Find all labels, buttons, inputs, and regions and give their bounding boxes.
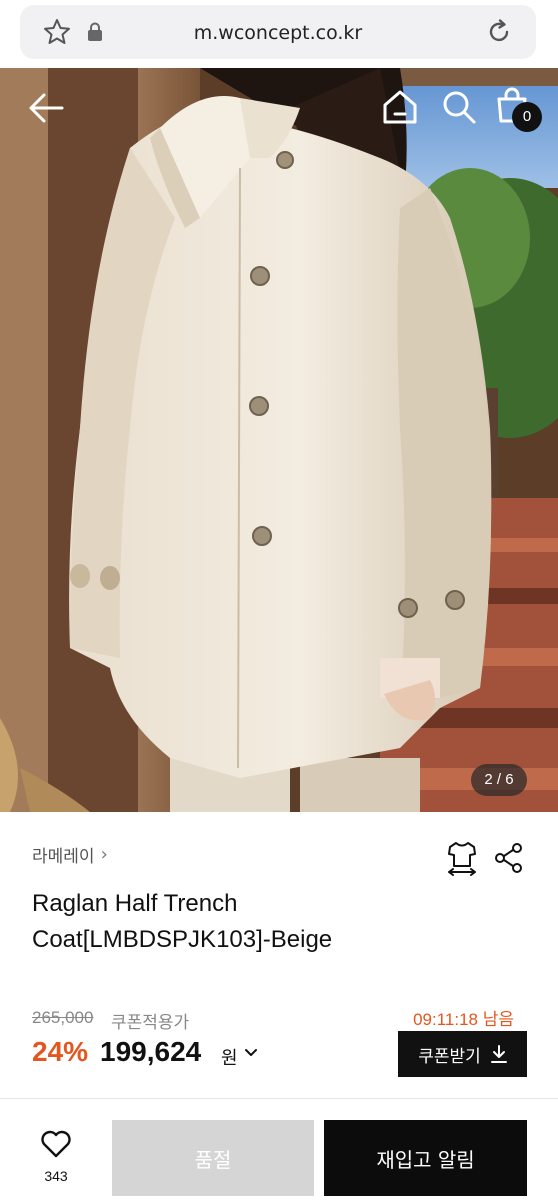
- discount-rate: 24%: [32, 1036, 89, 1067]
- wishlist-button[interactable]: 343: [30, 1130, 82, 1190]
- image-counter: 2 / 6: [471, 764, 527, 796]
- reload-icon[interactable]: [484, 17, 514, 47]
- browser-toolbar: m.wconcept.co.kr: [0, 0, 558, 68]
- product-title: Raglan Half Trench Coat[LMBDSPJK103]-Bei…: [32, 890, 333, 953]
- size-guide-icon[interactable]: [446, 840, 478, 876]
- restock-alert-button[interactable]: 재입고 알림: [324, 1120, 527, 1196]
- home-icon[interactable]: [382, 88, 418, 126]
- coupon-price-label: 쿠폰적용가: [111, 1013, 190, 1033]
- soldout-button: 품절: [112, 1120, 314, 1196]
- price-detail-chevron-icon[interactable]: [244, 1046, 258, 1060]
- back-arrow-icon[interactable]: [26, 90, 66, 126]
- chevron-right-icon: ›: [100, 844, 108, 865]
- share-icon[interactable]: [494, 842, 524, 874]
- wish-count: 343: [44, 1168, 68, 1184]
- download-coupon-button[interactable]: 쿠폰받기: [398, 1031, 527, 1077]
- search-icon[interactable]: [440, 88, 478, 126]
- currency-label: 원: [221, 1048, 238, 1069]
- cart-count-badge[interactable]: 0: [512, 102, 542, 132]
- product-page: m.wconcept.co.kr 0 2 / 6 라메레이 › Raglan H…: [0, 0, 558, 1200]
- product-image-gallery[interactable]: 0 2 / 6: [0, 68, 558, 812]
- heart-icon: [41, 1130, 71, 1158]
- coupon-timer: 09:11:18 남음: [413, 1010, 514, 1029]
- url-text: m.wconcept.co.kr: [193, 22, 363, 44]
- sale-price: 199,624: [100, 1036, 202, 1067]
- product-photo: [0, 68, 558, 812]
- download-icon: [490, 1045, 507, 1063]
- brand-link[interactable]: 라메레이 ›: [32, 842, 108, 867]
- address-bar[interactable]: m.wconcept.co.kr: [20, 5, 536, 59]
- original-price: 265,000: [32, 1008, 94, 1027]
- brand-name: 라메레이: [32, 847, 95, 867]
- coupon-button-label: 쿠폰받기: [418, 1046, 481, 1067]
- divider: [0, 1098, 558, 1099]
